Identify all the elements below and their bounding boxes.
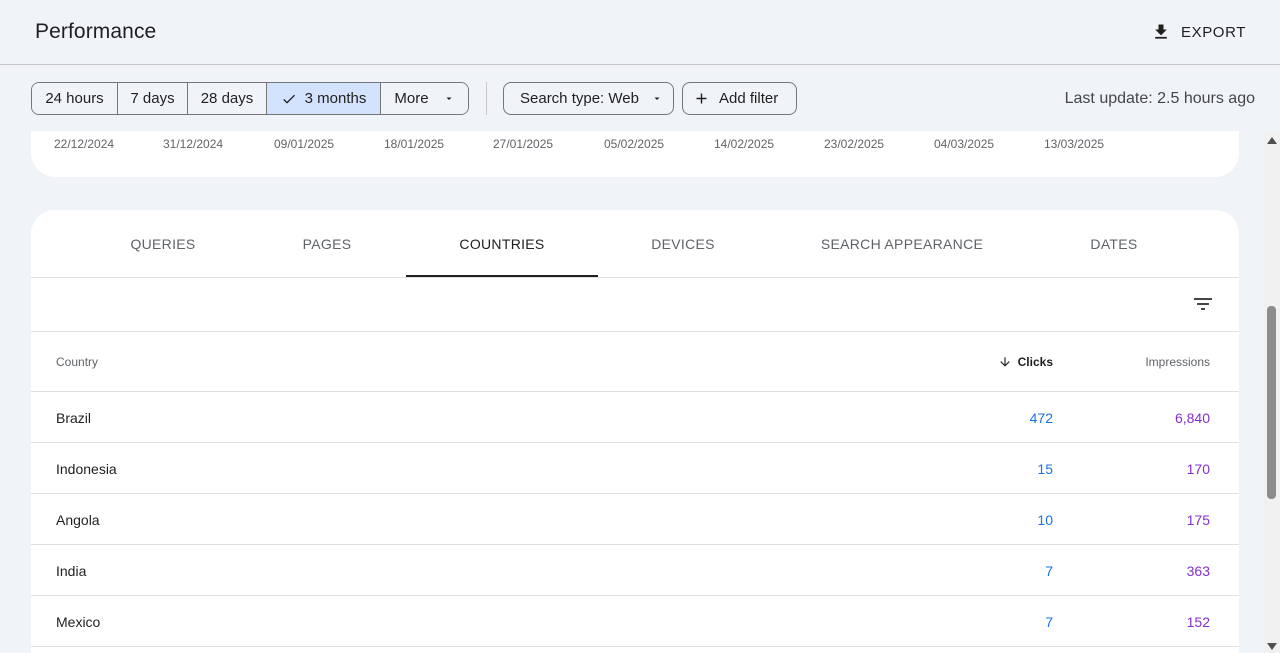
range-label: 7 days (130, 90, 175, 107)
x-axis-tick: 13/03/2025 (1044, 137, 1105, 151)
tab-countries[interactable]: COUNTRIES (406, 210, 598, 277)
clicks-cell: 10 (1037, 512, 1053, 528)
active-tab-indicator (406, 275, 598, 277)
range-label: 24 hours (45, 90, 104, 107)
range-24-hours[interactable]: 24 hours (32, 83, 118, 114)
country-cell: Indonesia (56, 461, 117, 477)
table-row[interactable]: Indonesia 15 170 (31, 443, 1239, 494)
tab-search-appearance[interactable]: SEARCH APPEARANCE (801, 210, 1003, 277)
x-axis-tick: 27/01/2025 (493, 137, 554, 151)
table-row[interactable]: Angola 10 175 (31, 494, 1239, 545)
table-row[interactable]: India 7 363 (31, 545, 1239, 596)
tab-dates[interactable]: DATES (1071, 210, 1157, 277)
download-icon (1155, 24, 1167, 39)
range-label: More (394, 90, 429, 107)
caret-down-icon (654, 97, 660, 100)
country-cell: India (56, 563, 87, 579)
x-axis-tick: 23/02/2025 (824, 137, 885, 151)
table-row[interactable]: Mexico 7 152 (31, 596, 1239, 647)
scroll-up-arrow-icon[interactable] (1267, 137, 1277, 144)
clicks-cell: 7 (1045, 563, 1053, 579)
x-axis-tick: 22/12/2024 (54, 137, 115, 151)
tab-pages[interactable]: PAGES (281, 210, 373, 277)
add-filter-button[interactable]: Add filter (682, 82, 797, 115)
scroll-thumb[interactable] (1267, 306, 1276, 499)
range-7-days[interactable]: 7 days (118, 83, 188, 114)
clicks-cell: 7 (1045, 614, 1053, 630)
arrow-down-icon (999, 357, 1010, 367)
column-header-country[interactable]: Country (56, 355, 98, 369)
range-28-days[interactable]: 28 days (188, 83, 267, 114)
dimension-table-card: QUERIES PAGES COUNTRIES DEVICES SEARCH A… (31, 210, 1239, 653)
x-axis-tick: 18/01/2025 (384, 137, 445, 151)
search-type-label: Search type: Web (520, 90, 639, 107)
impressions-cell: 6,840 (1174, 410, 1210, 426)
country-cell: Mexico (56, 614, 101, 630)
clicks-header-label: Clicks (1017, 355, 1053, 369)
x-axis-tick: 09/01/2025 (274, 137, 335, 151)
range-more-dropdown[interactable]: More (381, 83, 468, 114)
filter-divider (486, 82, 487, 115)
x-axis-tick: 31/12/2024 (163, 137, 224, 151)
table-toolbar (31, 278, 1239, 332)
column-header-impressions[interactable]: Impressions (1145, 355, 1210, 369)
filter-icon[interactable] (1191, 292, 1215, 316)
add-filter-label: Add filter (719, 90, 779, 107)
country-cell: Brazil (56, 410, 92, 426)
page-header: Performance EXPORT (0, 0, 1280, 65)
date-range-selector: 24 hours 7 days 28 days 3 months More (31, 82, 469, 115)
check-icon (282, 94, 295, 104)
search-type-dropdown[interactable]: Search type: Web (503, 82, 674, 115)
export-button[interactable]: EXPORT (1151, 18, 1246, 46)
scroll-down-arrow-icon[interactable] (1267, 643, 1277, 650)
table-row[interactable]: Brazil 472 6,840 (31, 392, 1239, 443)
clicks-cell: 15 (1037, 461, 1053, 477)
country-cell: Angola (56, 512, 100, 528)
performance-chart: 22/12/2024 31/12/2024 09/01/2025 18/01/2… (31, 131, 1239, 177)
impressions-cell: 363 (1186, 563, 1210, 579)
caret-down-icon (446, 97, 452, 100)
tab-devices[interactable]: DEVICES (631, 210, 735, 277)
x-axis-tick: 04/03/2025 (934, 137, 995, 151)
table-header-row: Country Clicks Impressions (31, 332, 1239, 392)
impressions-cell: 170 (1186, 461, 1210, 477)
impressions-cell: 152 (1186, 614, 1210, 630)
column-header-clicks[interactable]: Clicks (998, 355, 1053, 369)
impressions-cell: 175 (1186, 512, 1210, 528)
clicks-cell: 472 (1029, 410, 1053, 426)
export-label: EXPORT (1180, 23, 1246, 41)
last-update-status: Last update: 2.5 hours ago (1064, 90, 1255, 107)
range-label: 3 months (304, 90, 367, 107)
range-3-months[interactable]: 3 months (267, 83, 381, 114)
filter-bar: 24 hours 7 days 28 days 3 months More Se… (31, 82, 797, 115)
x-axis-tick: 14/02/2025 (714, 137, 775, 151)
page-title: Performance (35, 20, 157, 43)
tab-queries[interactable]: QUERIES (111, 210, 215, 277)
x-axis-tick: 05/02/2025 (604, 137, 665, 151)
range-label: 28 days (200, 90, 254, 107)
plus-icon (696, 93, 707, 104)
page-scrollbar[interactable] (1263, 131, 1280, 653)
dimension-tabs: QUERIES PAGES COUNTRIES DEVICES SEARCH A… (31, 210, 1239, 278)
